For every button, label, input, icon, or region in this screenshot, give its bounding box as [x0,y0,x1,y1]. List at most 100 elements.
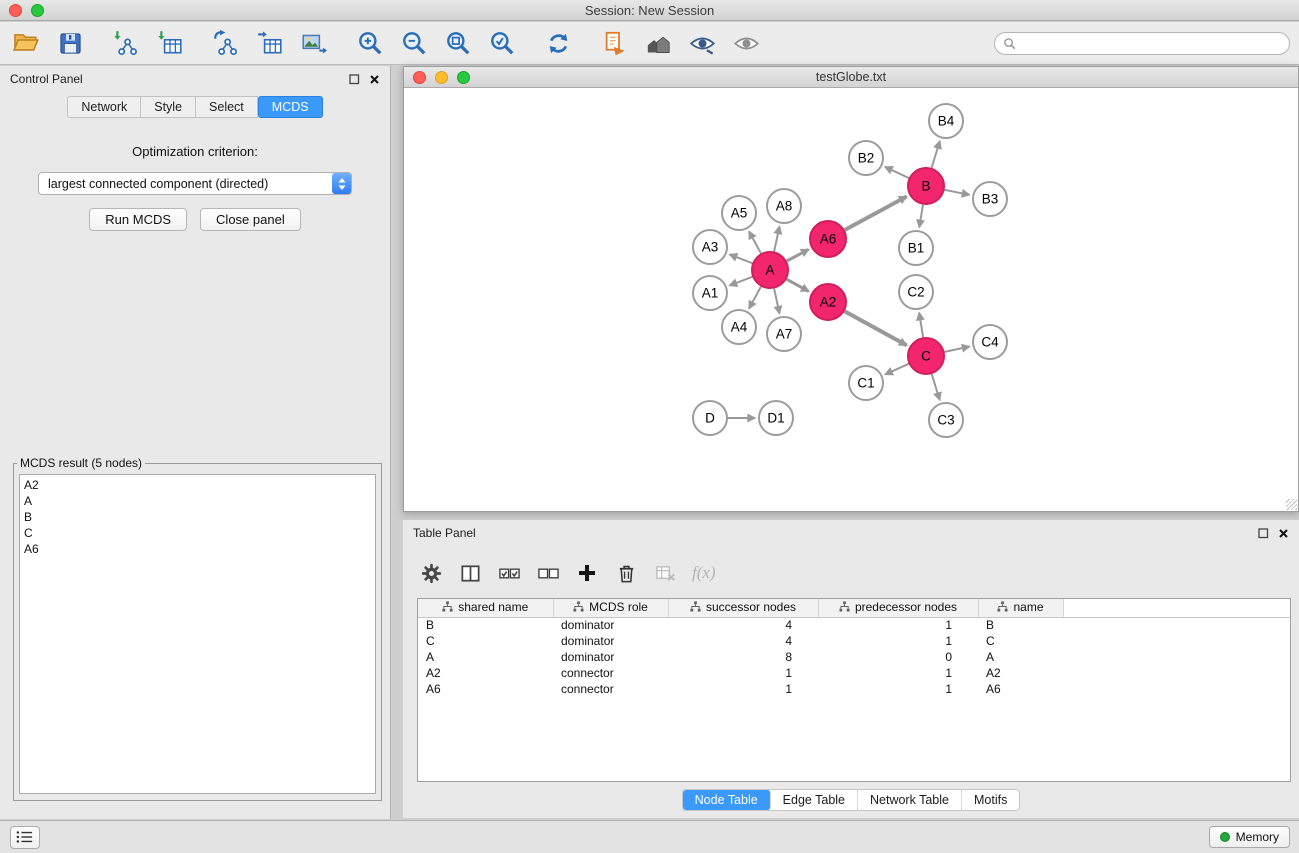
edge-A-A3[interactable] [730,255,753,264]
column-header-shared-name[interactable]: shared name [418,599,553,617]
node-C[interactable]: C [908,338,944,374]
mcds-result-item[interactable]: A2 [24,477,371,493]
open-session-icon[interactable] [10,27,42,59]
edge-B-B4[interactable] [932,141,940,168]
edge-A-A5[interactable] [749,231,761,253]
edge-C-C2[interactable] [919,313,923,338]
tab-style[interactable]: Style [141,96,196,118]
table-cell[interactable]: dominator [553,633,668,649]
table-cell[interactable]: A [418,649,553,665]
tab-edge-table[interactable]: Edge Table [771,790,858,810]
table-cell[interactable]: C [418,633,553,649]
save-session-icon[interactable] [54,27,86,59]
task-history-button[interactable] [10,826,40,849]
node-B3[interactable]: B3 [973,182,1007,216]
edge-B-B3[interactable] [945,190,970,195]
node-B2[interactable]: B2 [849,141,883,175]
select-all-icon[interactable] [497,561,521,585]
export-table-icon[interactable] [254,27,286,59]
node-A1[interactable]: A1 [693,276,727,310]
edge-C-C1[interactable] [885,364,909,375]
node-A[interactable]: A [752,252,788,288]
table-cell[interactable]: A2 [418,665,553,681]
delete-icon[interactable] [614,561,638,585]
deselect-all-icon[interactable] [536,561,560,585]
export-image-icon[interactable] [298,27,330,59]
tab-network[interactable]: Network [67,96,141,118]
node-C2[interactable]: C2 [899,275,933,309]
zoom-selected-icon[interactable] [486,27,518,59]
node-B[interactable]: B [908,168,944,204]
resize-grip-icon[interactable] [1286,499,1297,510]
tab-network-table[interactable]: Network Table [858,790,962,810]
table-cell[interactable]: A6 [418,681,553,697]
node-B1[interactable]: B1 [899,231,933,265]
zoom-window-button[interactable] [31,4,44,17]
edge-C-C3[interactable] [932,374,940,400]
mcds-result-item[interactable]: B [24,509,371,525]
node-A4[interactable]: A4 [722,310,756,344]
export-network-icon[interactable] [210,27,242,59]
node-A3[interactable]: A3 [693,230,727,264]
zoom-out-icon[interactable] [398,27,430,59]
table-cell[interactable]: A2 [978,665,1063,681]
edge-A2-C[interactable] [845,311,907,345]
tab-mcds[interactable]: MCDS [258,96,323,118]
node-A6[interactable]: A6 [810,221,846,257]
homes-icon[interactable] [642,27,674,59]
node-C4[interactable]: C4 [973,325,1007,359]
edge-A-A8[interactable] [774,227,779,252]
table-cell[interactable]: 1 [818,665,978,681]
close-panel-icon[interactable] [369,74,380,85]
tab-select[interactable]: Select [196,96,258,118]
table-cell[interactable]: 1 [818,633,978,649]
edge-A-A4[interactable] [749,287,761,309]
node-A2[interactable]: A2 [810,284,846,320]
table-cell[interactable]: connector [553,681,668,697]
mcds-result-item[interactable]: A6 [24,541,371,557]
search-input[interactable] [1021,36,1281,50]
column-icon[interactable] [458,561,482,585]
close-panel-button[interactable]: Close panel [200,208,301,231]
import-network-icon[interactable] [110,27,142,59]
table-cell[interactable]: 4 [668,617,818,633]
table-cell[interactable]: 0 [818,649,978,665]
refresh-icon[interactable] [542,27,574,59]
edge-A6-B[interactable] [845,197,907,231]
table-cell[interactable]: 1 [668,681,818,697]
gear-icon[interactable] [419,561,443,585]
eye-icon[interactable] [730,27,762,59]
table-cell[interactable]: A [978,649,1063,665]
import-table-icon[interactable] [154,27,186,59]
float-table-panel-icon[interactable] [1258,528,1269,539]
mcds-result-item[interactable]: A [24,493,371,509]
table-cell[interactable]: 4 [668,633,818,649]
column-header-successor-nodes[interactable]: successor nodes [668,599,818,617]
table-row[interactable]: Cdominator41C [418,633,1290,649]
edge-B-B1[interactable] [919,205,923,228]
table-cell[interactable]: 1 [818,617,978,633]
search-box[interactable] [994,32,1290,55]
network-graph[interactable]: B4B2BB3A5A8A6A3B1AA1C2A2A4A7C4CC1C3DD1 [404,88,1298,511]
table-cell[interactable]: B [978,617,1063,633]
table-cell[interactable]: dominator [553,617,668,633]
render-details-icon[interactable] [686,27,718,59]
column-header-name[interactable]: name [978,599,1063,617]
zoom-in-icon[interactable] [354,27,386,59]
table-cell[interactable]: B [418,617,553,633]
table-cell[interactable]: A6 [978,681,1063,697]
column-header-predecessor-nodes[interactable]: predecessor nodes [818,599,978,617]
network-canvas[interactable]: B4B2BB3A5A8A6A3B1AA1C2A2A4A7C4CC1C3DD1 [404,88,1298,511]
mcds-result-list[interactable]: A2ABCA6 [19,474,376,794]
node-A8[interactable]: A8 [767,189,801,223]
node-A7[interactable]: A7 [767,317,801,351]
edge-A-A1[interactable] [730,277,753,286]
edge-A-A6[interactable] [787,249,809,261]
tab-motifs[interactable]: Motifs [962,790,1019,810]
node-D[interactable]: D [693,401,727,435]
document-arrow-icon[interactable] [598,27,630,59]
float-panel-icon[interactable] [349,74,360,85]
node-C1[interactable]: C1 [849,366,883,400]
table-cell[interactable]: 8 [668,649,818,665]
table-row[interactable]: A6connector11A6 [418,681,1290,697]
